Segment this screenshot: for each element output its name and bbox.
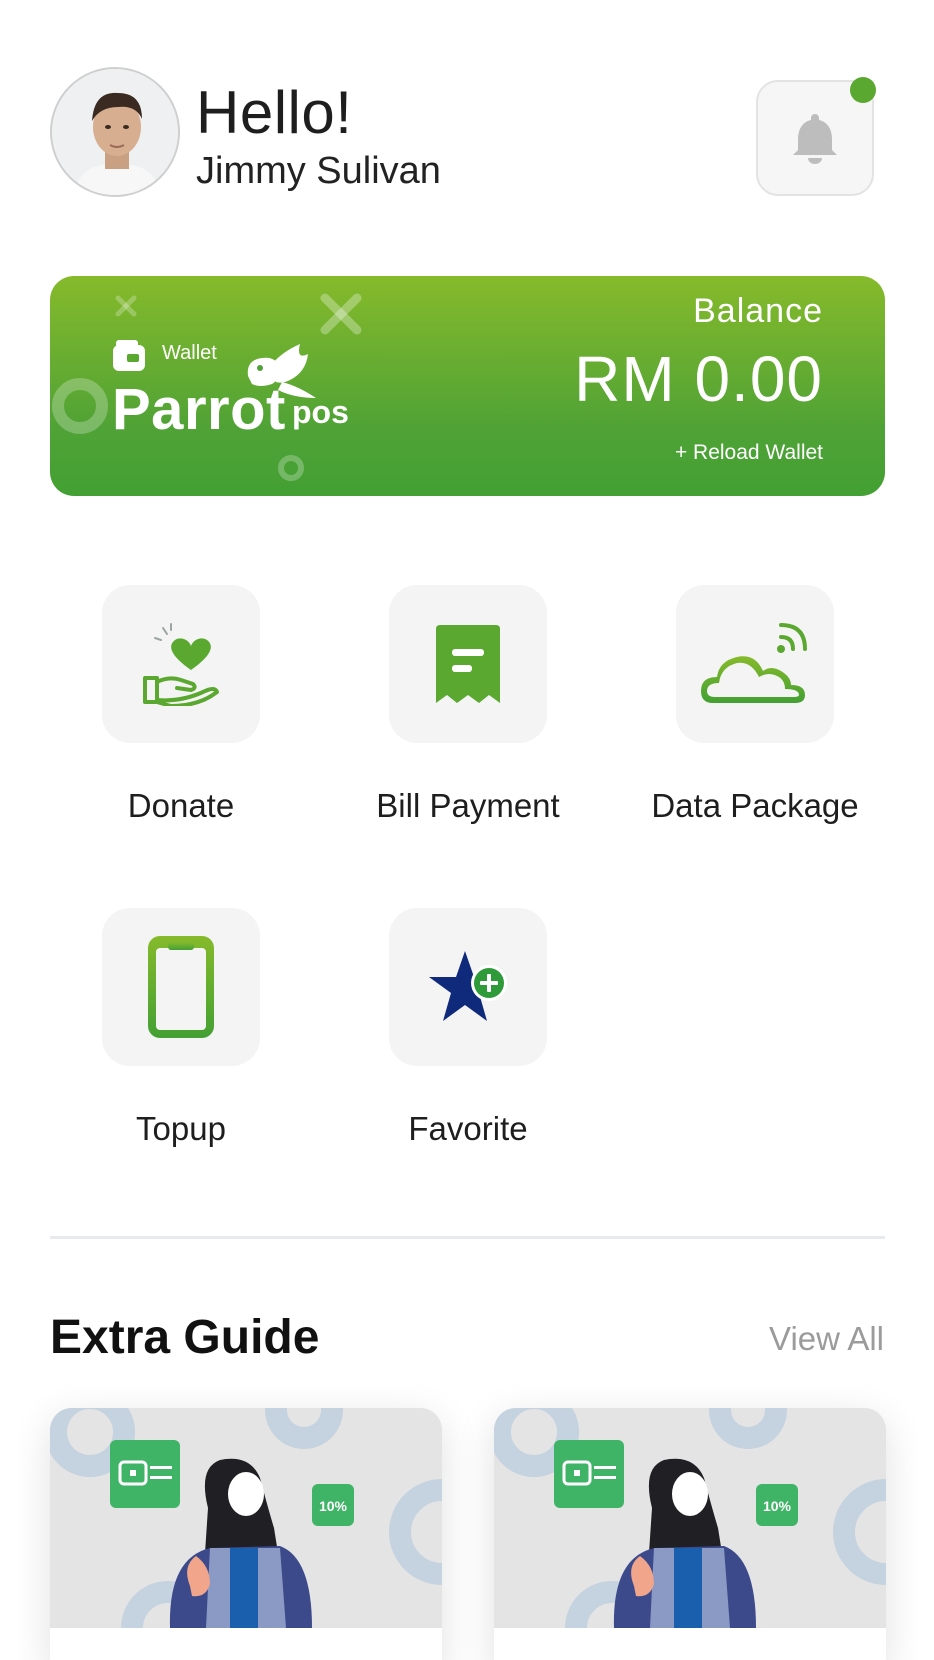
service-label: Bill Payment: [376, 787, 560, 824]
greeting-title: Hello!: [196, 79, 353, 146]
discount-badge: 10%: [763, 1498, 792, 1514]
service-favorite[interactable]: Favorite: [353, 908, 583, 1148]
phone-icon: [148, 936, 214, 1038]
service-tile[interactable]: [389, 908, 547, 1066]
service-label: Donate: [127, 787, 235, 824]
wallet-icon: [113, 340, 145, 371]
notification-badge: [850, 77, 876, 103]
brand-name: Parrot: [112, 377, 286, 442]
balance-amount: RM 0.00: [574, 343, 823, 415]
section-title: Extra Guide: [50, 1311, 320, 1364]
wallet-card[interactable]: Wallet Parrot pos Balance RM 0.00 + Relo…: [50, 276, 885, 496]
home-screen: Hello! Jimmy Sulivan Wallet Parrot pos B…: [0, 0, 934, 1660]
service-donate[interactable]: Donate: [66, 585, 296, 825]
user-photo: [52, 69, 178, 195]
guide-card[interactable]: 10%: [494, 1408, 886, 1660]
service-label: Data Package: [651, 787, 859, 824]
service-tile[interactable]: [676, 585, 834, 743]
receipt-icon: [436, 625, 500, 703]
service-tile[interactable]: [102, 585, 260, 743]
balance-label: Balance: [693, 292, 823, 330]
service-data-package[interactable]: Data Package: [640, 585, 870, 825]
discount-badge: 10%: [319, 1498, 348, 1514]
user-name: Jimmy Sulivan: [196, 150, 441, 192]
wallet-label: Wallet: [162, 342, 217, 364]
service-label: Topup: [136, 1110, 226, 1147]
avatar[interactable]: [50, 67, 180, 197]
bell-icon: [793, 114, 837, 164]
guide-illustration: 10%: [50, 1408, 442, 1628]
service-topup[interactable]: Topup: [66, 908, 296, 1148]
service-label: Favorite: [408, 1110, 528, 1147]
donate-hand-heart-icon: [143, 623, 219, 706]
view-all-link[interactable]: View All: [769, 1320, 884, 1358]
service-tile[interactable]: [102, 908, 260, 1066]
service-bill-payment[interactable]: Bill Payment: [353, 585, 583, 825]
cloud-signal-icon: [701, 623, 807, 703]
section-divider: [50, 1236, 885, 1239]
reload-wallet-link[interactable]: + Reload Wallet: [675, 441, 823, 465]
brand-suffix: pos: [292, 394, 349, 430]
star-plus-icon: [429, 951, 507, 1021]
guide-card[interactable]: 10%: [50, 1408, 442, 1660]
guide-illustration: 10%: [494, 1408, 886, 1628]
service-tile[interactable]: [389, 585, 547, 743]
